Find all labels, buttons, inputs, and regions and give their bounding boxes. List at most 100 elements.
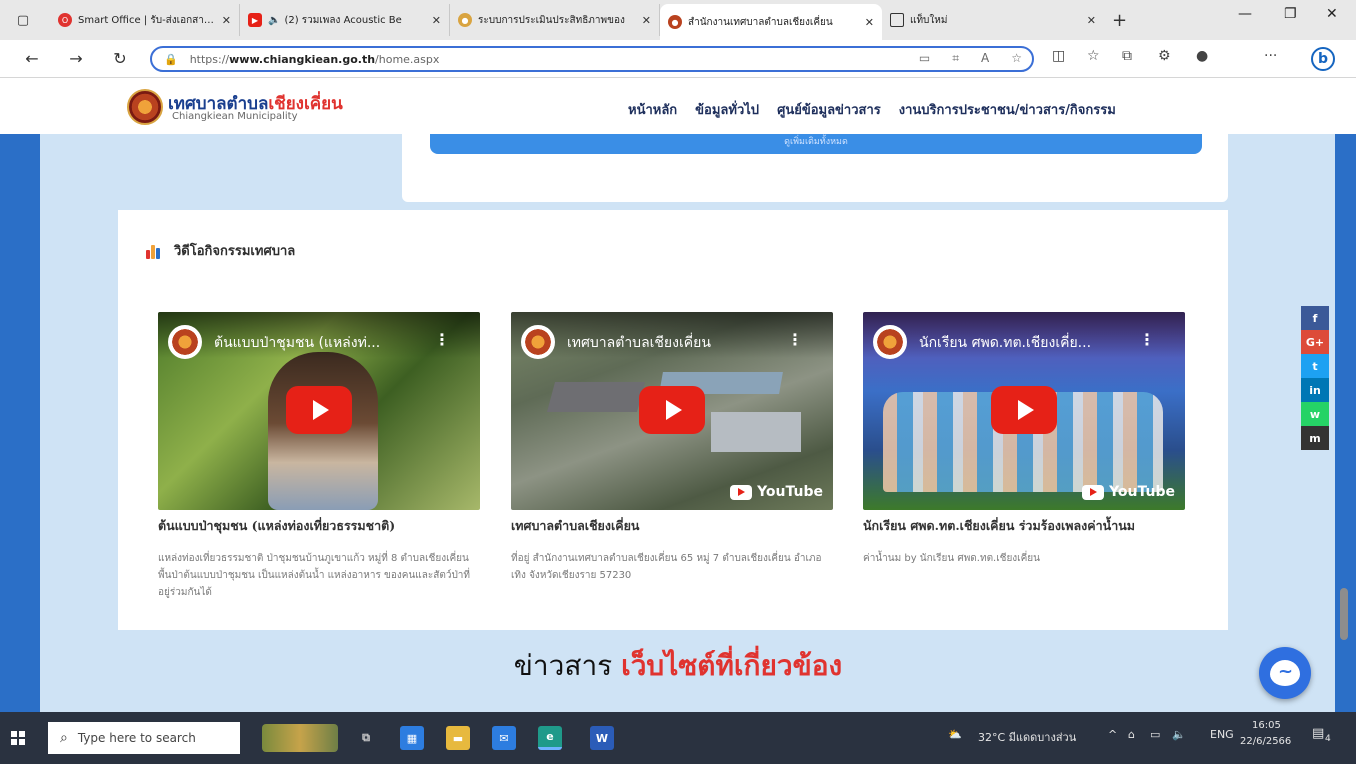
favorites-icon[interactable]: ☆ xyxy=(1087,48,1100,64)
taskbar-search[interactable]: ⌕ Type here to search xyxy=(48,722,240,754)
windows-taskbar: ⌕ Type here to search ⧉ ▦ ▬ ✉ e W ⛅ 32°C… xyxy=(0,712,1356,764)
minimize-icon[interactable]: — xyxy=(1238,6,1252,22)
weather-icon[interactable]: ⛅ xyxy=(948,728,962,741)
bing-copilot-icon[interactable]: b xyxy=(1311,47,1335,71)
close-tab-icon[interactable]: ✕ xyxy=(642,14,651,27)
video-heading[interactable]: ต้นแบบป่าชุมชน (แหล่งท่องเที่ยวธรรมชาติ) xyxy=(158,516,480,536)
split-screen-icon[interactable]: ◫ xyxy=(1052,48,1065,64)
logo-english-text: Chiangkiean Municipality xyxy=(172,111,298,122)
tab-new-tab[interactable]: แท็บใหม่ ✕ xyxy=(882,4,1104,36)
url-scheme: https:// xyxy=(189,52,230,66)
back-icon[interactable]: ← xyxy=(16,49,48,68)
video-heading[interactable]: นักเรียน ศพด.ทต.เชียงเคี่ยน ร่วมร้องเพลง… xyxy=(863,516,1185,536)
more-options-icon[interactable]: ··· xyxy=(1264,48,1277,64)
close-window-icon[interactable]: ✕ xyxy=(1326,6,1338,22)
qr-code-icon[interactable]: ⌗ xyxy=(952,51,959,66)
youtube-favicon-icon: ▶ xyxy=(248,13,262,27)
more-vert-icon[interactable]: ⋮ xyxy=(787,330,803,349)
file-explorer-icon[interactable]: ▬ xyxy=(446,726,470,750)
play-button-icon[interactable] xyxy=(639,386,705,434)
channel-avatar[interactable] xyxy=(168,325,202,359)
profile-avatar-icon[interactable]: ● xyxy=(1196,48,1208,64)
forward-icon[interactable]: → xyxy=(60,49,92,68)
youtube-badge[interactable]: YouTube xyxy=(730,484,823,500)
nav-general-info[interactable]: ข้อมูลทั่วไป xyxy=(695,99,759,120)
channel-avatar[interactable] xyxy=(521,325,555,359)
video-overlay-title[interactable]: เทศบาลตำบลเชียงเคี่ยน xyxy=(567,332,711,354)
play-button-icon[interactable] xyxy=(286,386,352,434)
extensions-icon[interactable]: ⚙ xyxy=(1158,48,1171,64)
volume-icon[interactable]: 🔈 xyxy=(1172,728,1186,741)
video-heading[interactable]: เทศบาลตำบลเชียงเคี่ยน xyxy=(511,516,833,536)
weather-text[interactable]: 32°C มีแดดบางส่วน xyxy=(978,728,1076,746)
whatsapp-share-icon[interactable]: w xyxy=(1301,402,1329,426)
battery-icon[interactable]: ▭ xyxy=(1150,728,1160,741)
edge-browser-icon[interactable]: e xyxy=(538,726,562,750)
browser-tab-strip: ▢ O Smart Office | รับ-ส่งเอกสารอิเล็ ✕ … xyxy=(0,0,1356,40)
show-hidden-icons-icon[interactable]: ^ xyxy=(1108,728,1117,741)
close-tab-icon[interactable]: ✕ xyxy=(1087,14,1096,27)
video-thumbnail[interactable]: ต้นแบบป่าชุมชน (แหล่งท่... ⋮ xyxy=(158,312,480,510)
search-highlight-image[interactable] xyxy=(262,724,338,752)
tab-label: สำนักงานเทศบาลตำบลเชียงเคี่ยน xyxy=(688,16,833,28)
audio-playing-icon[interactable]: 🔈 xyxy=(268,15,280,26)
tab-label: ระบบการประเมินประสิทธิภาพของ xyxy=(478,14,625,26)
word-icon[interactable]: W xyxy=(590,726,614,750)
linkedin-share-icon[interactable]: in xyxy=(1301,378,1329,402)
facebook-share-icon[interactable]: f xyxy=(1301,306,1329,330)
close-tab-icon[interactable]: ✕ xyxy=(865,16,874,29)
microsoft-store-icon[interactable]: ▦ xyxy=(400,726,424,750)
more-vert-icon[interactable]: ⋮ xyxy=(434,330,450,349)
video-section-card: วิดีโอกิจกรรมเทศบาล ต้นแบบป่าชุมชน (แหล่… xyxy=(118,210,1228,630)
tab-actions-icon[interactable]: ▢ xyxy=(12,9,34,31)
email-share-icon[interactable]: m xyxy=(1301,426,1329,450)
channel-avatar[interactable] xyxy=(873,325,907,359)
thumbnail-building-image xyxy=(711,412,801,452)
tab-smart-office[interactable]: O Smart Office | รับ-ส่งเอกสารอิเล็ ✕ xyxy=(50,4,240,36)
collections-icon[interactable]: ⧉ xyxy=(1122,48,1132,64)
app-available-icon[interactable]: ▭ xyxy=(919,51,930,66)
notification-center-icon[interactable]: ▤ xyxy=(1312,726,1324,741)
read-aloud-icon[interactable]: A xyxy=(981,51,989,66)
nav-info-center[interactable]: ศูนย์ข้อมูลข่าวสาร xyxy=(777,99,881,120)
see-all-button[interactable]: ดูเพิ่มเติมทั้งหมด xyxy=(430,134,1202,154)
new-tab-button[interactable]: + xyxy=(1112,10,1127,31)
search-placeholder: Type here to search xyxy=(77,731,196,745)
close-tab-icon[interactable]: ✕ xyxy=(432,14,441,27)
tab-youtube-acoustic[interactable]: ▶ 🔈 (2) รวมเพลง Acoustic Be ✕ xyxy=(240,4,450,36)
address-bar[interactable]: 🔒 https://www.chiangkiean.go.th/home.asp… xyxy=(150,46,1034,72)
municipality-seal-logo[interactable] xyxy=(127,89,163,125)
nav-public-services[interactable]: งานบริการประชาชน/ข่าวสาร/กิจกรรม xyxy=(899,99,1116,120)
youtube-label: YouTube xyxy=(757,484,823,500)
task-view-icon[interactable]: ⧉ xyxy=(354,726,378,750)
favorite-star-icon[interactable]: ☆ xyxy=(1011,51,1022,66)
video-thumbnail[interactable]: เทศบาลตำบลเชียงเคี่ยน ⋮ YouTube xyxy=(511,312,833,510)
video-card[interactable]: นักเรียน ศพด.ทต.เชียงเคี่ย... ⋮ YouTube … xyxy=(863,312,1185,567)
messenger-chat-button[interactable] xyxy=(1259,647,1311,699)
close-tab-icon[interactable]: ✕ xyxy=(222,14,231,27)
input-language[interactable]: ENG xyxy=(1210,728,1234,741)
clock-time[interactable]: 16:05 xyxy=(1252,720,1281,731)
tab-assessment[interactable]: ● ระบบการประเมินประสิทธิภาพของ ✕ xyxy=(450,4,660,36)
restore-icon[interactable]: ❐ xyxy=(1284,6,1297,22)
video-overlay-title[interactable]: ต้นแบบป่าชุมชน (แหล่งท่... xyxy=(214,332,380,354)
play-button-icon[interactable] xyxy=(991,386,1057,434)
lock-icon[interactable]: 🔒 xyxy=(164,53,178,66)
nav-home[interactable]: หน้าหลัก xyxy=(628,99,677,120)
network-icon[interactable]: ⌂ xyxy=(1128,728,1135,741)
google-plus-share-icon[interactable]: G+ xyxy=(1301,330,1329,354)
youtube-badge[interactable]: YouTube xyxy=(1082,484,1175,500)
clock-date[interactable]: 22/6/2566 xyxy=(1240,736,1291,747)
thumbnail-roof-image xyxy=(546,382,646,412)
start-button[interactable] xyxy=(0,712,36,764)
twitter-share-icon[interactable]: t xyxy=(1301,354,1329,378)
page-scrollbar[interactable] xyxy=(1340,588,1348,640)
video-card[interactable]: ต้นแบบป่าชุมชน (แหล่งท่... ⋮ ต้นแบบป่าชุ… xyxy=(158,312,480,601)
tab-chiangkiean[interactable]: ● สำนักงานเทศบาลตำบลเชียงเคี่ยน ✕ xyxy=(660,4,882,40)
refresh-icon[interactable]: ↻ xyxy=(104,49,136,68)
more-vert-icon[interactable]: ⋮ xyxy=(1139,330,1155,349)
mail-icon[interactable]: ✉ xyxy=(492,726,516,750)
video-card[interactable]: เทศบาลตำบลเชียงเคี่ยน ⋮ YouTube เทศบาลตำ… xyxy=(511,312,833,584)
video-thumbnail[interactable]: นักเรียน ศพด.ทต.เชียงเคี่ย... ⋮ YouTube xyxy=(863,312,1185,510)
video-overlay-title[interactable]: นักเรียน ศพด.ทต.เชียงเคี่ย... xyxy=(919,332,1091,354)
